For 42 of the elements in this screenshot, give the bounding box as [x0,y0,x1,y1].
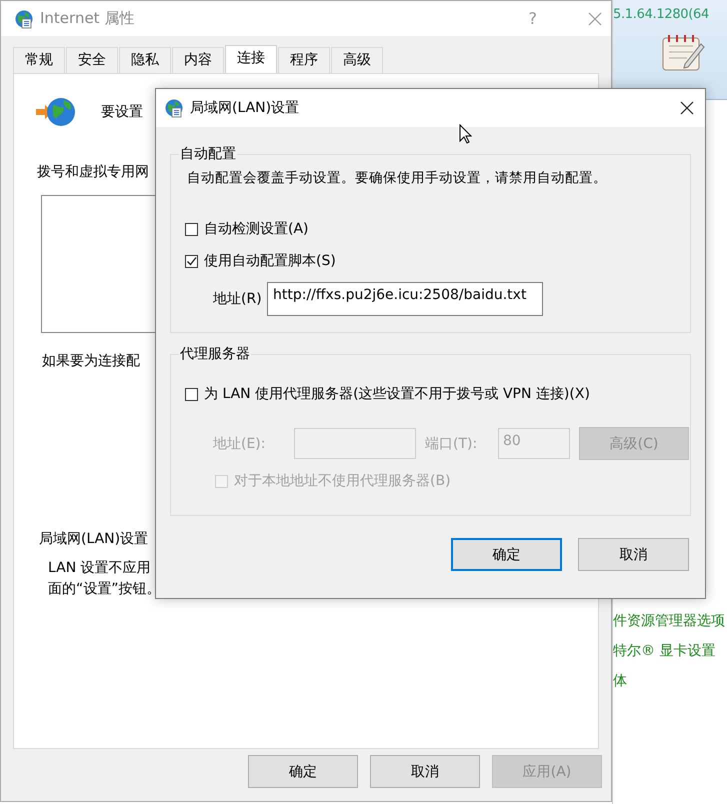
network-globe-icon [35,95,77,129]
checkbox[interactable] [185,254,198,268]
settings-link[interactable]: 件资源管理器选项 [613,612,727,630]
field-label: 地址(R) [212,290,263,308]
dialog-button[interactable]: 取消 [578,538,689,571]
group-title: 代理服务器 [179,345,251,363]
field-label: 地址(E): [212,434,266,452]
checkbox[interactable] [185,222,198,236]
globe-icon [164,98,184,118]
settings-link[interactable]: 体 [613,672,727,690]
tab[interactable]: 连接 [225,45,277,73]
tab[interactable]: 高级 [331,47,383,73]
globe-icon [14,8,34,28]
close-icon[interactable] [679,100,695,116]
configure-text: 如果要为连接配 [42,352,140,370]
address-field[interactable]: http://ffxs.pu2j6e.icu:2508/baidu.txt [267,282,543,316]
proxy-address-field[interactable] [294,428,416,459]
checkmark-icon [186,256,197,266]
checkbox-label: 自动检测设置(A) [204,220,309,238]
tab[interactable]: 隐私 [119,47,171,73]
tab[interactable]: 常规 [13,47,65,73]
checkbox-label: 为 LAN 使用代理服务器(这些设置不用于拨号或 VPN 连接)(X) [204,385,590,403]
note-text: 面的“设置”按钮。 [48,580,161,599]
dialog-button[interactable]: 取消 [370,755,480,788]
dialog-title: 局域网(LAN)设置 [190,99,300,117]
tab[interactable]: 内容 [172,47,224,73]
settings-link[interactable]: 特尔® 显卡设置 [613,642,727,660]
version-text: 5.1.64.1280(64 [613,7,709,22]
checkbox-label: 使用自动配置脚本(S) [204,252,336,270]
window-title: Internet 属性 [40,9,136,28]
note-text: LAN 设置不应用 [48,559,152,578]
dialog-button[interactable]: 确定 [451,538,562,571]
dialog-button[interactable]: 确定 [248,755,358,788]
group-title: 自动配置 [179,145,237,163]
setup-text: 要设置 [101,103,143,121]
checkbox-label: 对于本地地址不使用代理服务器(B) [234,472,451,490]
section-heading: 拨号和虚拟专用网 [37,163,149,181]
section-heading: 局域网(LAN)设置 [39,530,148,548]
tab[interactable]: 程序 [278,47,330,73]
tab[interactable]: 安全 [66,47,118,73]
field-label: 端口(T): [424,434,478,452]
description-text: 自动配置会覆盖手动设置。要确保使用手动设置，请禁用自动配置。 [187,169,608,187]
